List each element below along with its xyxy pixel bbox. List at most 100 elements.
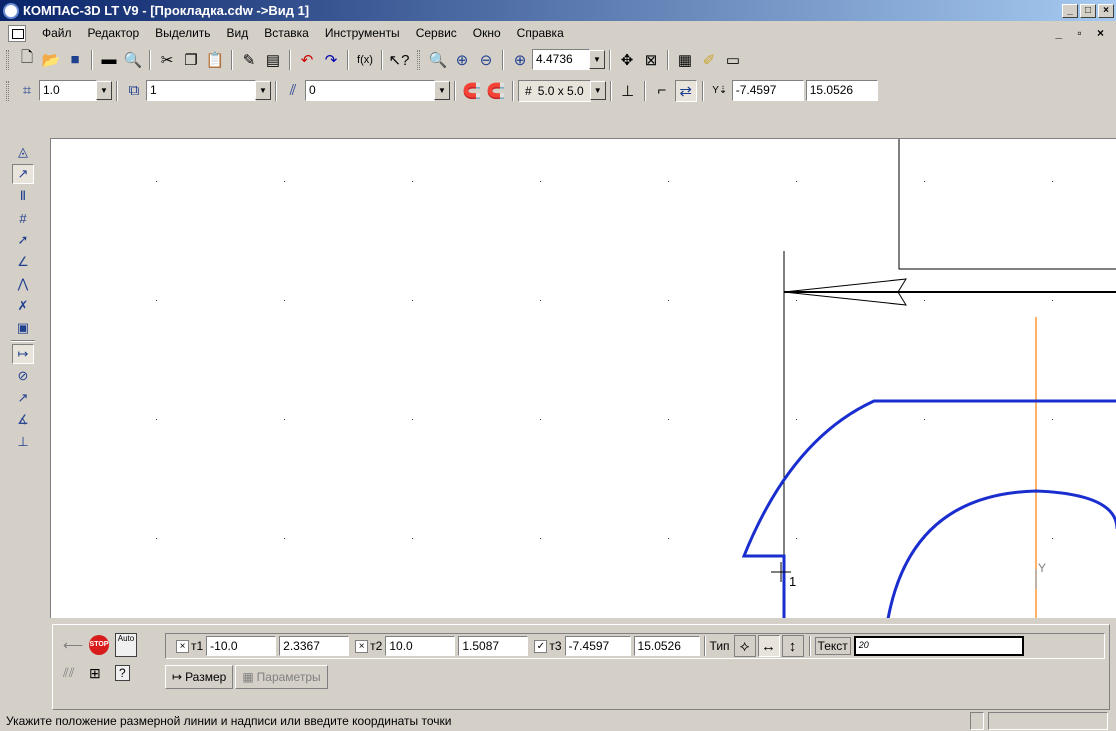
t1-lock-checkbox[interactable]: × [176,639,189,653]
format-brush-icon[interactable]: ✎ [238,49,260,71]
close-button[interactable]: × [1098,3,1114,18]
tab-parameters[interactable]: ▦ Параметры [235,665,328,689]
local-cs-icon[interactable]: ⊥ [617,80,639,102]
help-icon[interactable]: ? [115,665,130,681]
chevron-down-icon[interactable]: ▼ [255,81,271,100]
chevron-down-icon[interactable]: ▼ [434,81,450,100]
layer-combo[interactable]: 1 ▼ [146,80,271,101]
paste-icon[interactable]: 📋 [204,49,226,71]
select-icon[interactable]: ⋀ [12,274,34,294]
toolbar-grip[interactable] [417,49,420,70]
zoom-field[interactable]: 4.4736 [532,49,590,70]
t1-y-field[interactable]: 2.3367 [279,636,350,656]
line-width-combo[interactable]: 1.0 ▼ [39,80,112,101]
style-icon[interactable]: ⫽ [282,80,304,102]
t3-y-field[interactable]: 15.0526 [633,636,700,656]
toolbar-grip[interactable] [6,49,9,70]
redo-icon[interactable]: ↷ [320,49,342,71]
layer-icon[interactable]: ⧉ [123,80,145,102]
zoom-combo[interactable]: 4.4736 ▼ [532,49,605,70]
menu-service[interactable]: Сервис [408,26,465,40]
chevron-down-icon[interactable]: ▼ [589,81,606,100]
maximize-button[interactable]: □ [1080,3,1096,18]
minimize-button[interactable]: _ [1062,3,1078,18]
document-window-controls[interactable]: _ ▫ × [1055,26,1110,40]
new-document-icon[interactable]: 🗋 [16,49,38,71]
style-combo[interactable]: 0 ▼ [305,80,450,101]
step-icon[interactable]: ⌗ [16,80,38,102]
open-folder-icon[interactable]: 📂 [40,49,62,71]
angle-dimension-icon[interactable]: ∡ [12,410,34,430]
parametrization-icon[interactable]: ➚ [12,230,34,250]
geometry-icon[interactable]: ◬ [12,142,34,162]
ortho-icon[interactable]: ⌐ [651,80,673,102]
cursor-x-field[interactable]: -7.4597 [731,80,804,101]
properties-icon[interactable]: ▤ [262,49,284,71]
local-snap-icon[interactable]: 🧲 [485,80,507,102]
linear-dimension-icon[interactable]: ↦ [12,344,34,364]
t3-lock-checkbox[interactable]: ✓ [534,639,548,653]
diameter-dimension-icon[interactable]: ⊘ [12,366,34,386]
menu-select[interactable]: Выделить [147,26,218,40]
report-icon[interactable]: ▣ [12,318,34,338]
menu-file[interactable]: Файл [34,26,80,40]
copy-icon[interactable]: ❐ [180,49,202,71]
save-icon[interactable]: ■ [64,49,86,71]
fit-icon[interactable]: ⊞ [89,665,101,682]
radius-dimension-icon[interactable]: ↗ [12,388,34,408]
line-width-field[interactable]: 1.0 [39,80,97,101]
help-pointer-icon[interactable]: ↖? [388,49,410,71]
pin-icon[interactable]: ⟵ [63,637,83,654]
menu-window[interactable]: Окно [465,26,509,40]
height-dimension-icon[interactable]: ⊥ [12,432,34,452]
stop-icon[interactable]: STOP [89,635,109,655]
t3-x-field[interactable]: -7.4597 [564,636,631,656]
style-field[interactable]: 0 [305,80,435,101]
print-icon[interactable]: ▬ [98,49,120,71]
t2-y-field[interactable]: 1.5087 [458,636,529,656]
t2-x-field[interactable]: 10.0 [385,636,456,656]
zoom-in-icon[interactable]: ⊕ [451,49,473,71]
drawing-canvas[interactable]: 1 Y [50,138,1116,618]
menu-edit[interactable]: Редактор [80,26,148,40]
line-style-icon[interactable]: ⫽⫽ [63,665,75,681]
chevron-down-icon[interactable]: ▼ [96,81,112,100]
menu-view[interactable]: Вид [219,26,257,40]
pan-icon[interactable]: ✥ [616,49,638,71]
cut-icon[interactable]: ✂ [156,49,178,71]
menu-tools[interactable]: Инструменты [317,26,408,40]
zoom-window-icon[interactable]: 🔍 [427,49,449,71]
parametric-mode-icon[interactable]: ⇄ [674,79,697,102]
dimension-type-auto-icon[interactable]: ⟡ [733,635,756,657]
auto-create-button[interactable]: Auto [115,633,137,657]
menu-insert[interactable]: Вставка [256,26,317,40]
document-icon[interactable] [8,24,26,42]
cursor-y-field[interactable]: 15.0526 [805,80,878,101]
dimension-text-field[interactable]: 20 [853,636,1024,656]
show-all-icon[interactable]: ⊠ [640,49,662,71]
designations-icon[interactable]: Ⅱ [12,186,34,206]
layers-icon[interactable]: ✐ [698,49,720,71]
function-icon[interactable]: f(x) [354,49,376,71]
panel-icon[interactable]: ▭ [722,49,744,71]
toolbar-grip[interactable] [6,80,9,101]
dimension-type-horizontal-icon[interactable]: ↔ [757,635,780,657]
zoom-out-icon[interactable]: ⊖ [475,49,497,71]
undo-icon[interactable]: ↶ [296,49,318,71]
print-preview-icon[interactable]: 🔍 [122,49,144,71]
t1-x-field[interactable]: -10.0 [206,636,277,656]
measure-icon[interactable]: ∠ [12,252,34,272]
dimensions-icon[interactable]: ↗ [12,164,34,184]
tab-size[interactable]: ↦ Размер [165,665,234,689]
editing-icon[interactable]: # [12,208,34,228]
layer-field[interactable]: 1 [146,80,256,101]
refresh-icon[interactable]: ▦ [674,49,696,71]
zoom-scale-icon[interactable]: ⊕ [509,49,531,71]
grid-button[interactable]: # 5.0 x 5.0 [518,79,591,102]
spec-icon[interactable]: ✗ [12,296,34,316]
menu-help[interactable]: Справка [509,26,572,40]
snap-icon[interactable]: 🧲 [461,80,483,102]
chevron-down-icon[interactable]: ▼ [589,50,605,69]
t2-lock-checkbox[interactable]: × [355,639,369,653]
dimension-type-vertical-icon[interactable]: ↕ [781,635,804,657]
